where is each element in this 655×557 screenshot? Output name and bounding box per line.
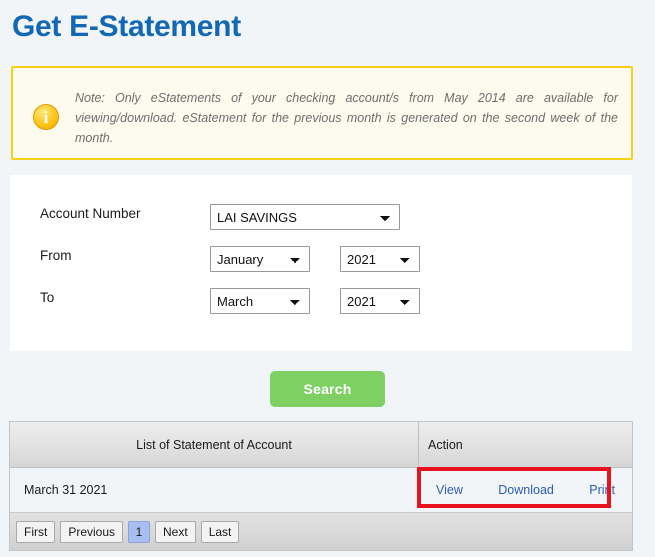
pagination: First Previous 1 Next Last: [10, 513, 632, 550]
account-number-label: Account Number: [40, 206, 141, 221]
info-icon: i: [33, 104, 59, 130]
statement-date-cell: March 31 2021: [24, 483, 108, 497]
to-month-select[interactable]: JanuaryFebruaryMarchAprilMayJuneJulyAugu…: [210, 288, 310, 314]
to-year-select[interactable]: 20212020201920182017201620152014: [340, 288, 420, 314]
print-link[interactable]: Print: [589, 483, 615, 497]
statements-table: List of Statement of Account Action Marc…: [9, 421, 633, 551]
column-divider: [418, 422, 419, 467]
page-title: Get E-Statement: [12, 10, 241, 43]
column-header-action: Action: [428, 437, 463, 452]
pagination-last-button[interactable]: Last: [200, 520, 240, 543]
search-form-card: Account Number LAI SAVINGS From JanuaryF…: [10, 175, 632, 351]
info-icon-glyph: i: [43, 107, 49, 127]
account-number-select[interactable]: LAI SAVINGS: [210, 204, 400, 230]
statement-actions-cell: View Download Print: [428, 468, 622, 512]
from-label: From: [40, 248, 72, 263]
to-label: To: [40, 290, 55, 305]
note-text: Note: Only eStatements of your checking …: [75, 91, 618, 145]
search-button-container: Search: [0, 371, 655, 407]
download-link[interactable]: Download: [498, 483, 554, 497]
view-link[interactable]: View: [436, 483, 463, 497]
form-row-to: To JanuaryFebruaryMarchAprilMayJuneJulyA…: [10, 285, 632, 314]
pagination-first-button[interactable]: First: [16, 520, 56, 543]
pagination-previous-button[interactable]: Previous: [60, 520, 124, 543]
form-row-account: Account Number LAI SAVINGS: [10, 201, 632, 230]
from-year-select[interactable]: 20212020201920182017201620152014: [340, 246, 420, 272]
table-row: March 31 2021 View Download Print: [10, 468, 632, 513]
pagination-page-1-button[interactable]: 1: [128, 520, 151, 543]
search-button[interactable]: Search: [270, 371, 385, 407]
pagination-next-button[interactable]: Next: [155, 520, 196, 543]
form-row-from: From JanuaryFebruaryMarchAprilMayJuneJul…: [10, 243, 632, 272]
column-header-statements: List of Statement of Account: [136, 437, 292, 452]
from-month-select[interactable]: JanuaryFebruaryMarchAprilMayJuneJulyAugu…: [210, 246, 310, 272]
note-banner: i Note: Only eStatements of your checkin…: [11, 66, 633, 160]
table-header-row: List of Statement of Account Action: [10, 421, 632, 468]
